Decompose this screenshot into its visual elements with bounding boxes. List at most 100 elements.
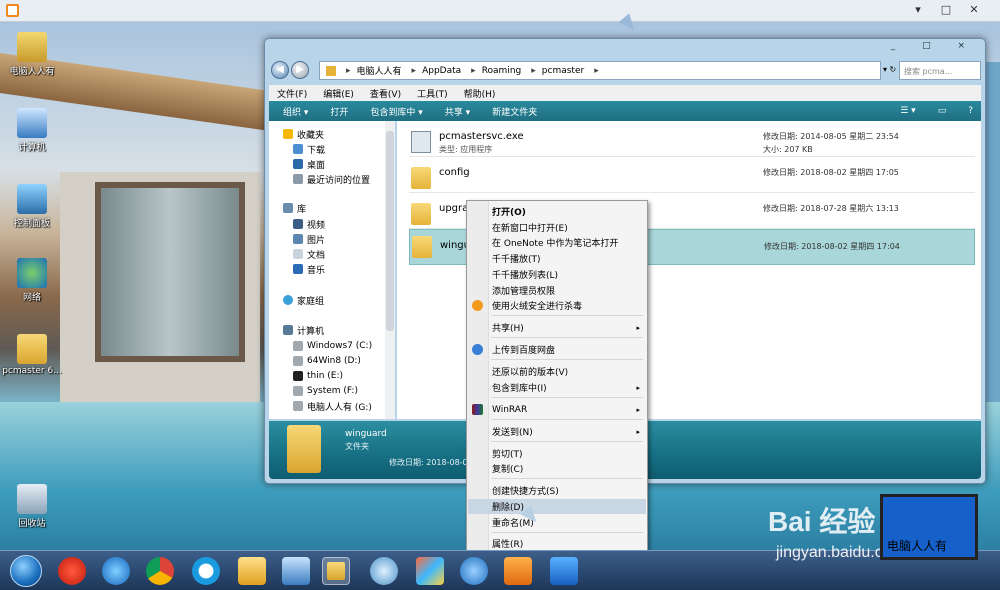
- settings-icon[interactable]: [370, 557, 398, 585]
- nav-libraries[interactable]: 库: [283, 201, 306, 215]
- nav-desktop[interactable]: 桌面: [293, 157, 325, 171]
- desktop-icon-label: 电脑人人有: [9, 67, 55, 77]
- minimize-icon[interactable]: ▾: [910, 2, 926, 18]
- chrome-icon[interactable]: [146, 557, 174, 585]
- menu-item-restore-versions[interactable]: 还原以前的版本(V): [468, 364, 646, 379]
- search-input[interactable]: 搜索 pcma...: [899, 61, 981, 80]
- desktop-icon-control-panel[interactable]: 控制面板: [2, 184, 62, 229]
- search-app-icon[interactable]: [192, 557, 220, 585]
- menu-item-baidu-pan[interactable]: 上传到百度网盘: [468, 342, 646, 357]
- nav-label: 音乐: [307, 265, 326, 276]
- view-options-icon[interactable]: ☰ ▾: [900, 106, 915, 116]
- explorer-taskbar-icon[interactable]: [322, 557, 350, 585]
- preview-pane-icon[interactable]: ▭: [938, 106, 947, 116]
- nav-downloads[interactable]: 下载: [293, 142, 325, 156]
- app-360-icon[interactable]: [58, 557, 86, 585]
- address-bar[interactable]: ▸ 电脑人人有 ▸ AppData ▸ Roaming ▸ pcmaster ▸: [319, 61, 881, 80]
- submenu-arrow-icon: ▸: [636, 323, 640, 332]
- control-panel-icon[interactable]: [282, 557, 310, 585]
- nav-drive-d[interactable]: 64Win8 (D:): [293, 354, 361, 368]
- nav-computer[interactable]: 计算机: [283, 323, 324, 337]
- menu-item-rename[interactable]: 重命名(M): [468, 515, 646, 530]
- desktop-icon-pcmaster[interactable]: pcmaster 6...: [2, 334, 62, 376]
- nav-label: 计算机: [297, 326, 325, 337]
- network-app-icon[interactable]: [460, 557, 488, 585]
- menu-item-open[interactable]: 打开(O): [468, 204, 646, 219]
- desktop-icon-network[interactable]: 网络: [2, 258, 62, 303]
- organize-button[interactable]: 组织 ▾: [283, 105, 308, 118]
- nav-videos[interactable]: 视频: [293, 217, 325, 231]
- menu-label: 在新窗口中打开(E): [492, 224, 568, 234]
- share-button[interactable]: 共享 ▾: [445, 105, 470, 118]
- menu-item-open-new-window[interactable]: 在新窗口中打开(E): [468, 220, 646, 235]
- menu-item-onenote[interactable]: 在 OneNote 中作为笔记本打开: [468, 235, 646, 250]
- file-row[interactable]: pcmastersvc.exe 类型: 应用程序 修改日期: 2014-08-0…: [409, 127, 975, 157]
- breadcrumb-item[interactable]: 电脑人人有: [357, 64, 402, 77]
- menu-item-winrar[interactable]: WinRAR ▸: [468, 402, 646, 417]
- file-row[interactable]: config 修改日期: 2018-08-02 星期四 17:05: [409, 163, 975, 193]
- desktop-icon-recycle-bin[interactable]: 回收站: [2, 484, 62, 529]
- menu-item-include-library[interactable]: 包含到库中(I) ▸: [468, 380, 646, 395]
- nav-favorites[interactable]: 收藏夹: [283, 127, 324, 141]
- user-folder-icon: [17, 32, 47, 62]
- winrar-icon: [472, 404, 483, 415]
- menu-label: 属性(R): [492, 540, 524, 550]
- menu-view[interactable]: 查看(V): [370, 87, 401, 100]
- nav-label: 视频: [307, 220, 326, 231]
- menu-help[interactable]: 帮助(H): [464, 87, 496, 100]
- nav-label: 电脑人人有 (G:): [307, 402, 372, 413]
- nav-homegroup[interactable]: 家庭组: [283, 293, 324, 307]
- notes-icon[interactable]: [238, 557, 266, 585]
- desktop-icon-user[interactable]: 电脑人人有: [2, 32, 62, 77]
- menu-item-admin[interactable]: 添加管理员权限: [468, 283, 646, 298]
- breadcrumb-item[interactable]: Roaming: [482, 66, 522, 76]
- window-controls[interactable]: _ □ ×: [891, 41, 977, 51]
- menu-item-cut[interactable]: 剪切(T): [468, 446, 646, 461]
- menu-item-properties[interactable]: 属性(R): [468, 536, 646, 551]
- menu-file[interactable]: 文件(F): [277, 87, 307, 100]
- menu-item-send-to[interactable]: 发送到(N) ▸: [468, 424, 646, 439]
- scrollbar-thumb[interactable]: [386, 131, 394, 331]
- music-icon: [293, 264, 303, 274]
- breadcrumb-item[interactable]: AppData: [422, 66, 461, 76]
- menu-item-ttplay-list[interactable]: 千千播放列表(L): [468, 267, 646, 282]
- nav-scrollbar[interactable]: [385, 121, 395, 419]
- menu-item-create-shortcut[interactable]: 创建快捷方式(S): [468, 483, 646, 498]
- nav-music[interactable]: 音乐: [293, 262, 325, 276]
- menu-item-delete[interactable]: 删除(D): [468, 499, 646, 514]
- media-player-icon[interactable]: [504, 557, 532, 585]
- menu-tools[interactable]: 工具(T): [417, 87, 448, 100]
- menu-edit[interactable]: 编辑(E): [323, 87, 354, 100]
- nav-drive-f[interactable]: System (F:): [293, 384, 358, 398]
- new-folder-button[interactable]: 新建文件夹: [492, 105, 537, 118]
- desktop-icon-label: 控制面板: [13, 219, 50, 229]
- nav-drive-c[interactable]: Windows7 (C:): [293, 339, 372, 353]
- host-titlebar: ▾ □ ✕: [0, 0, 1000, 22]
- maximize-icon[interactable]: □: [938, 2, 954, 18]
- nav-drive-e[interactable]: thin (E:): [293, 369, 343, 383]
- nav-pictures[interactable]: 图片: [293, 232, 325, 246]
- back-arrow-icon[interactable]: ◀: [271, 61, 289, 79]
- ie-browser-icon[interactable]: [102, 557, 130, 585]
- desktop-icon-computer[interactable]: 计算机: [2, 108, 62, 153]
- menu-item-copy[interactable]: 复制(C): [468, 461, 646, 476]
- menu-label: 打开(O): [492, 208, 526, 218]
- nav-drive-g[interactable]: 电脑人人有 (G:): [293, 399, 372, 413]
- include-in-library-button[interactable]: 包含到库中 ▾: [370, 105, 422, 118]
- forward-arrow-icon[interactable]: ▶: [291, 61, 309, 79]
- paint-icon[interactable]: [416, 557, 444, 585]
- start-button[interactable]: [10, 555, 42, 587]
- nav-recent[interactable]: 最近访问的位置: [293, 172, 370, 186]
- open-button[interactable]: 打开: [330, 105, 348, 118]
- close-icon[interactable]: ✕: [966, 2, 982, 18]
- refresh-icon[interactable]: ▾ ↻: [883, 65, 896, 74]
- nav-documents[interactable]: 文档: [293, 247, 325, 261]
- menu-item-ttplay[interactable]: 千千播放(T): [468, 251, 646, 266]
- app-store-icon[interactable]: [550, 557, 578, 585]
- nav-label: 下载: [307, 145, 326, 156]
- menu-item-share[interactable]: 共享(H) ▸: [468, 320, 646, 335]
- breadcrumb-item[interactable]: pcmaster: [542, 66, 584, 76]
- menu-item-antivirus[interactable]: 使用火绒安全进行杀毒: [468, 298, 646, 313]
- help-icon[interactable]: ?: [968, 106, 973, 116]
- nav-label: Windows7 (C:): [307, 341, 373, 351]
